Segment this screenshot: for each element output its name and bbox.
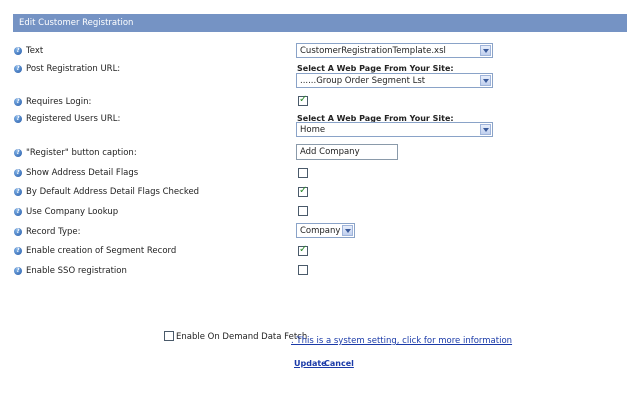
field-label: Text (26, 46, 44, 56)
field-label: Requires Login: (26, 97, 92, 107)
show-address-flags-checkbox[interactable] (298, 168, 308, 178)
cancel-button[interactable]: Cancel (324, 359, 354, 368)
record-type-select[interactable]: Company (296, 223, 355, 238)
registered-users-url-select[interactable]: Home (296, 122, 493, 137)
chevron-down-icon (480, 75, 491, 86)
field-label: By Default Address Detail Flags Checked (26, 187, 200, 197)
help-icon[interactable]: ? (14, 228, 22, 236)
help-icon[interactable]: ? (14, 267, 22, 275)
help-icon[interactable]: ? (14, 115, 22, 123)
post-url-caption: Select A Web Page From Your Site: (297, 64, 454, 73)
on-demand-fetch-label: Enable On Demand Data Fetch (176, 332, 308, 342)
default-address-flags-checkbox[interactable]: ✓ (298, 185, 308, 197)
register-caption-input[interactable]: Add Company (296, 144, 398, 160)
post-registration-url-select[interactable]: ......Group Order Segment Lst (296, 73, 493, 88)
text-template-select[interactable]: CustomerRegistrationTemplate.xsl (296, 43, 493, 58)
field-label: "Register" button caption: (26, 148, 137, 158)
field-label: Enable creation of Segment Record (26, 246, 177, 256)
section-header: Edit Customer Registration (13, 14, 627, 32)
use-company-lookup-checkbox[interactable] (298, 206, 308, 216)
help-icon[interactable]: ? (14, 188, 22, 196)
field-label: Show Address Detail Flags (26, 168, 139, 178)
help-icon[interactable]: ? (14, 149, 22, 157)
help-icon[interactable]: ? (14, 169, 22, 177)
field-label: Enable SSO registration (26, 266, 127, 276)
field-label: Record Type: (26, 227, 81, 237)
field-label: Post Registration URL: (26, 64, 121, 74)
chevron-down-icon (480, 45, 491, 56)
help-icon[interactable]: ? (14, 247, 22, 255)
help-icon[interactable]: ? (14, 208, 22, 216)
system-setting-link[interactable]: . This is a system setting, click for mo… (291, 336, 512, 346)
requires-login-checkbox[interactable]: ✓ (298, 94, 308, 106)
check-icon: ✓ (299, 244, 308, 255)
help-icon[interactable]: ? (14, 98, 22, 106)
field-label: Use Company Lookup (26, 207, 119, 217)
help-icon[interactable]: ? (14, 47, 22, 55)
check-icon: ✓ (299, 94, 308, 105)
field-label: Registered Users URL: (26, 114, 121, 124)
help-icon[interactable]: ? (14, 65, 22, 73)
segment-record-checkbox[interactable]: ✓ (298, 244, 308, 256)
sso-checkbox[interactable] (298, 265, 308, 275)
update-button[interactable]: Update (294, 359, 327, 368)
chevron-down-icon (480, 124, 491, 135)
check-icon: ✓ (299, 185, 308, 196)
section-title: Edit Customer Registration (19, 18, 134, 28)
on-demand-fetch-checkbox[interactable] (164, 331, 174, 341)
chevron-down-icon (342, 225, 353, 236)
